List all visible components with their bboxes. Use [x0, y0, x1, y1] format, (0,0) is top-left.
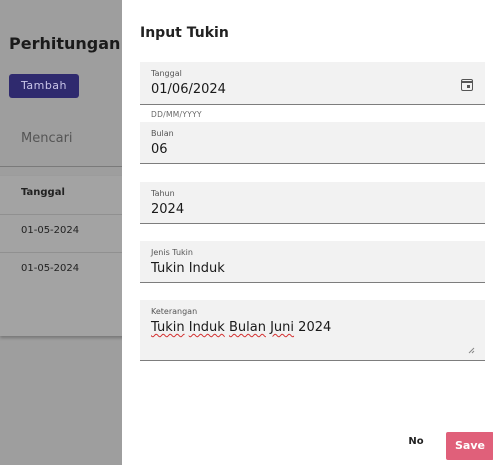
tanggal-label: Tanggal [151, 69, 182, 78]
tanggal-hint: DD/MM/YYYY [151, 110, 202, 119]
bulan-label: Bulan [151, 129, 174, 138]
input-tukin-dialog: Input Tukin Tanggal 01/06/2024 DD/MM/YYY… [122, 0, 493, 465]
table-header: Tanggal [0, 176, 127, 215]
tanggal-field[interactable]: Tanggal 01/06/2024 [140, 62, 485, 105]
keterangan-word: Induk [188, 320, 225, 335]
background-page: Perhitungan T Tambah Mencari Tanggal 01-… [0, 0, 137, 465]
search-field[interactable]: Mencari [0, 114, 127, 167]
column-header-tanggal: Tanggal [21, 187, 65, 198]
keterangan-value: Tukin Induk Bulan Juni 2024 [151, 320, 331, 335]
jenis-tukin-field[interactable]: Jenis Tukin Tukin Induk [140, 241, 485, 283]
tahun-label: Tahun [151, 189, 175, 198]
keterangan-word: Juni [270, 320, 295, 335]
jenis-tukin-value: Tukin Induk [151, 261, 225, 276]
bulan-value: 06 [151, 142, 168, 157]
page-title: Perhitungan T [9, 34, 137, 53]
data-table: Tanggal 01-05-2024 01-05-2024 [0, 176, 127, 336]
keterangan-label: Keterangan [151, 307, 198, 316]
resize-handle-icon[interactable] [467, 346, 475, 354]
no-button[interactable]: No [401, 433, 431, 451]
row-date: 01-05-2024 [21, 225, 80, 236]
search-placeholder: Mencari [21, 131, 73, 146]
tahun-field[interactable]: Tahun 2024 [140, 182, 485, 224]
keterangan-word: 2024 [298, 320, 332, 335]
bulan-field[interactable]: Bulan 06 [140, 122, 485, 164]
keterangan-field[interactable]: Keterangan Tukin Induk Bulan Juni 2024 [140, 300, 485, 361]
calendar-icon[interactable] [461, 79, 473, 91]
keterangan-word: Bulan [228, 320, 266, 335]
table-row[interactable]: 01-05-2024 [0, 252, 127, 290]
add-button[interactable]: Tambah [9, 74, 79, 98]
keterangan-word: Tukin [151, 320, 185, 335]
dialog-title: Input Tukin [140, 25, 229, 41]
table-row[interactable]: 01-05-2024 [0, 214, 127, 253]
jenis-tukin-label: Jenis Tukin [151, 248, 193, 257]
tanggal-value: 01/06/2024 [151, 82, 226, 97]
tahun-value: 2024 [151, 202, 185, 217]
save-button[interactable]: Save [446, 432, 493, 460]
row-date: 01-05-2024 [21, 263, 80, 274]
